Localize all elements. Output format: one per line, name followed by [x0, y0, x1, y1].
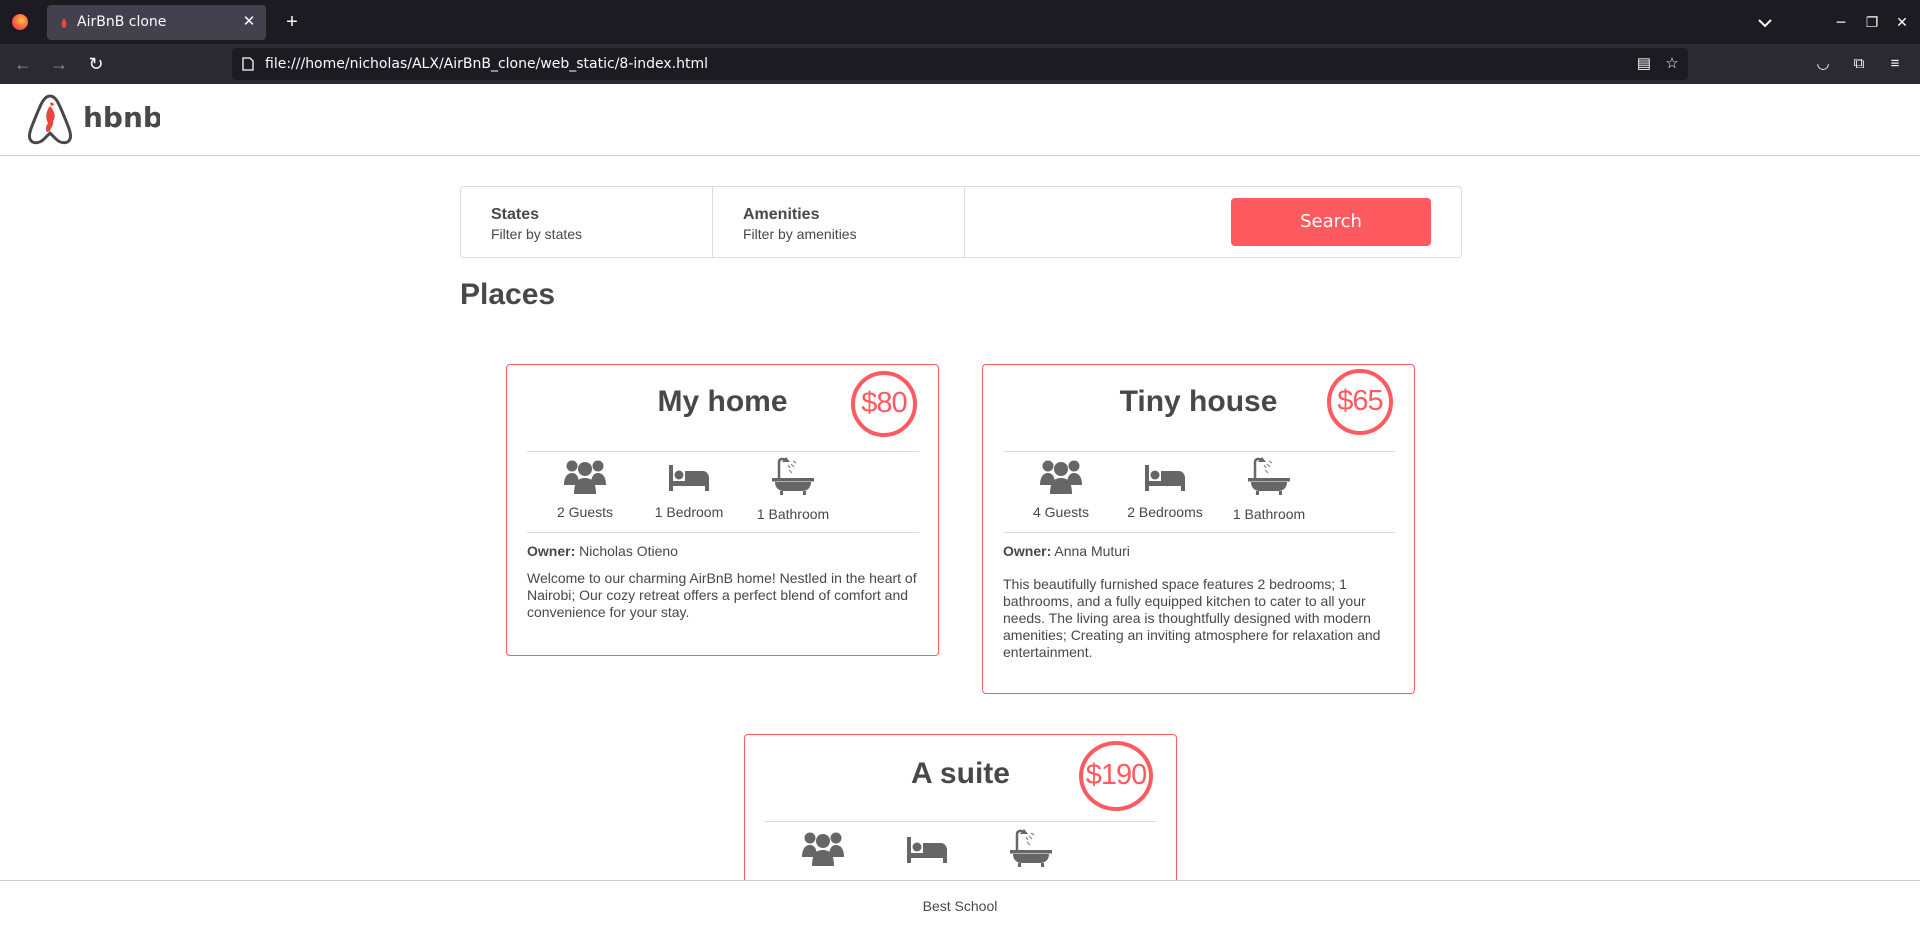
place-description: This beautifully furnished space feature…: [1003, 576, 1381, 660]
firefox-icon: [12, 14, 28, 30]
divider: [527, 532, 919, 533]
back-icon[interactable]: ←: [12, 53, 34, 75]
guests-info: 2 Guests: [540, 457, 630, 520]
reload-icon[interactable]: ↻: [85, 53, 107, 75]
guests-icon: [1040, 460, 1082, 494]
tab-close-icon[interactable]: ✕: [238, 11, 260, 33]
bookmark-star-icon[interactable]: ☆: [1662, 54, 1682, 74]
bathtub-icon: [772, 457, 814, 495]
menu-icon[interactable]: ≡: [1884, 53, 1906, 75]
price-badge: $65: [1327, 369, 1393, 435]
site-footer: Best School: [0, 880, 1920, 942]
rooms-label: 2 Bedrooms: [1127, 504, 1203, 520]
price-badge: $80: [851, 371, 917, 437]
logo-text: hbnb: [83, 101, 160, 134]
restore-icon[interactable]: ❐: [1861, 12, 1883, 34]
baths-label: 1 Bathroom: [1232, 506, 1306, 522]
filters-section: States Filter by states Amenities Filter…: [460, 186, 1462, 258]
amenities-filter-title: Amenities: [743, 206, 820, 223]
place-card: My home $80 2 Guests 1 Bedroom 1 Bathroo…: [506, 364, 939, 656]
baths-info: 1 Bathroom: [1224, 457, 1314, 522]
url-text[interactable]: file:///home/nicholas/ALX/AirBnB_clone/w…: [265, 56, 708, 72]
bed-icon: [1145, 465, 1185, 491]
amenities-filter[interactable]: Amenities Filter by amenities: [713, 187, 965, 257]
rooms-label: 1 Bedroom: [654, 504, 724, 520]
places-heading: Places: [460, 278, 556, 311]
tab-list-icon[interactable]: [1754, 12, 1776, 34]
reader-view-icon[interactable]: ▤: [1634, 54, 1654, 74]
rooms-info: [882, 829, 972, 867]
guests-info: 4 Guests: [1016, 457, 1106, 520]
new-tab-icon[interactable]: +: [280, 10, 304, 34]
rooms-info: 1 Bedroom: [644, 457, 734, 520]
pocket-icon[interactable]: ◡: [1812, 53, 1834, 75]
tab-title: AirBnB clone: [77, 14, 167, 30]
browser-tab[interactable]: AirBnB clone ✕: [47, 5, 266, 40]
bed-icon: [907, 837, 947, 863]
baths-info: [986, 829, 1076, 869]
owner-name: Nicholas Otieno: [579, 543, 678, 559]
footer-text: Best School: [922, 898, 998, 914]
place-description: Welcome to our charming AirBnB home! Nes…: [527, 570, 917, 620]
browser-tab-bar: AirBnB clone ✕ + ─ ❐ ✕: [0, 0, 1920, 44]
states-filter-title: States: [491, 206, 540, 223]
browser-toolbar: ← → ↻ file:///home/nicholas/ALX/AirBnB_c…: [0, 44, 1920, 84]
airbnb-favicon-icon: [61, 18, 67, 28]
place-card: Tiny house $65 4 Guests 2 Bedrooms 1 Bat…: [982, 364, 1415, 694]
states-filter-subtitle: Filter by states: [491, 226, 583, 242]
guests-icon: [802, 832, 844, 866]
hbnb-logo[interactable]: hbnb: [24, 90, 160, 146]
owner-label: Owner:: [1003, 543, 1052, 559]
amenities-filter-subtitle: Filter by amenities: [743, 226, 857, 242]
minimize-icon[interactable]: ─: [1830, 12, 1852, 34]
owner-info: Owner: Anna Muturi: [1003, 543, 1130, 559]
extensions-icon[interactable]: ⧉: [1848, 53, 1870, 75]
owner-name: Anna Muturi: [1054, 543, 1130, 559]
price-badge: $190: [1079, 741, 1153, 811]
divider: [527, 451, 919, 452]
baths-label: 1 Bathroom: [756, 506, 830, 522]
divider: [765, 821, 1157, 822]
page-viewport: hbnb States Filter by states Amenities F…: [0, 84, 1920, 942]
owner-label: Owner:: [527, 543, 576, 559]
states-filter[interactable]: States Filter by states: [461, 187, 713, 257]
guests-label: 4 Guests: [1032, 504, 1090, 520]
guests-label: 2 Guests: [556, 504, 614, 520]
page-icon: [242, 57, 254, 71]
divider: [1003, 532, 1395, 533]
baths-info: 1 Bathroom: [748, 457, 838, 522]
site-header: hbnb: [0, 84, 1920, 156]
url-bar[interactable]: file:///home/nicholas/ALX/AirBnB_clone/w…: [232, 48, 1688, 80]
close-window-icon[interactable]: ✕: [1891, 12, 1913, 34]
rooms-info: 2 Bedrooms: [1120, 457, 1210, 520]
search-button[interactable]: Search: [1231, 198, 1431, 246]
forward-icon[interactable]: →: [48, 53, 70, 75]
divider: [1003, 451, 1395, 452]
bathtub-icon: [1248, 457, 1290, 495]
bed-icon: [669, 465, 709, 491]
owner-info: Owner: Nicholas Otieno: [527, 543, 678, 559]
guests-info: [778, 829, 868, 867]
bathtub-icon: [1010, 829, 1052, 867]
guests-icon: [564, 460, 606, 494]
